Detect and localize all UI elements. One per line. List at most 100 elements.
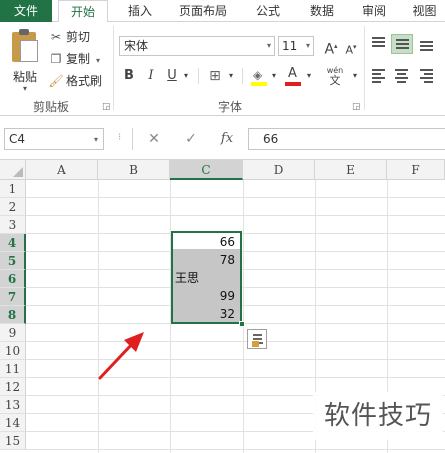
bottom-align-button[interactable] xyxy=(416,34,438,54)
gridline xyxy=(26,341,445,342)
insert-function-icon[interactable]: fx xyxy=(216,128,238,150)
group-divider xyxy=(113,26,114,110)
brush-icon: 🖌 xyxy=(48,74,64,88)
column-header-f[interactable]: F xyxy=(387,160,445,180)
row-header-5[interactable]: 5 xyxy=(0,252,26,270)
font-group-label: 字体 xyxy=(217,100,242,114)
formula-bar: C4 ▾ ⁝ ✕ ✓ fx 66 xyxy=(0,116,445,160)
row-header-12[interactable]: 12 xyxy=(0,378,26,396)
dialog-launcher-icon[interactable]: ◲ xyxy=(352,102,361,112)
underline-button[interactable]: U xyxy=(164,66,180,86)
tab-page-layout[interactable]: 页面布局 xyxy=(170,0,236,22)
tab-insert[interactable]: 插入 xyxy=(118,0,162,22)
chevron-down-icon[interactable]: ▾ xyxy=(350,66,360,86)
more-options-icon[interactable]: ⁝ xyxy=(118,132,121,143)
cancel-icon[interactable]: ✕ xyxy=(143,128,165,150)
row-header-2[interactable]: 2 xyxy=(0,198,26,216)
scissors-icon: ✂ xyxy=(50,30,62,44)
tab-home[interactable]: 开始 xyxy=(58,0,108,23)
column-header-b[interactable]: B xyxy=(98,160,170,180)
paste-label: 粘贴 xyxy=(12,70,37,84)
name-box-value: C4 xyxy=(9,132,26,146)
copy-icon: ❐ xyxy=(50,52,62,66)
italic-button[interactable]: I xyxy=(142,66,160,86)
chevron-down-icon[interactable]: ▾ xyxy=(8,84,42,93)
cut-label: 剪切 xyxy=(66,30,91,44)
shrink-font-button[interactable]: A▾ xyxy=(342,37,360,57)
top-align-button[interactable] xyxy=(368,34,390,54)
watermark: 软件技巧 xyxy=(313,392,443,440)
tab-review[interactable]: 审阅 xyxy=(354,0,394,22)
tab-data[interactable]: 数据 xyxy=(300,0,344,22)
row-header-3[interactable]: 3 xyxy=(0,216,26,234)
worksheet-grid[interactable]: A B C D E F 1 2 3 4 5 6 7 8 9 10 11 12 1… xyxy=(0,160,445,453)
borders-icon[interactable]: ⊞ xyxy=(205,66,225,86)
bold-button[interactable]: B xyxy=(120,66,138,86)
cell-c5[interactable]: 78 xyxy=(172,251,238,269)
cell-c6[interactable]: 王思 xyxy=(175,269,241,287)
enter-icon[interactable]: ✓ xyxy=(180,128,202,150)
chevron-down-icon[interactable]: ▾ xyxy=(304,66,314,86)
copy-label: 复制 xyxy=(66,52,91,66)
column-header-d[interactable]: D xyxy=(243,160,315,180)
chevron-down-icon[interactable]: ▾ xyxy=(226,66,236,86)
tab-formulas[interactable]: 公式 xyxy=(248,0,288,22)
chevron-down-icon[interactable]: ▾ xyxy=(269,66,279,86)
fill-handle[interactable] xyxy=(239,321,245,327)
quick-analysis-button[interactable] xyxy=(247,329,267,349)
gridline xyxy=(26,449,445,450)
copy-button[interactable]: ❐ 复制 ▾ xyxy=(48,50,100,68)
font-name-select[interactable]: 宋体 ▾ xyxy=(119,36,275,56)
column-header-a[interactable]: A xyxy=(26,160,98,180)
middle-align-button[interactable] xyxy=(391,34,413,54)
font-color-button[interactable]: A xyxy=(284,66,302,86)
row-header-8[interactable]: 8 xyxy=(0,306,26,324)
font-size-select[interactable]: 11 ▾ xyxy=(278,36,314,56)
divider xyxy=(132,128,133,150)
font-color-icon: A xyxy=(288,66,297,81)
row-header-7[interactable]: 7 xyxy=(0,288,26,306)
row-header-11[interactable]: 11 xyxy=(0,360,26,378)
row-header-13[interactable]: 13 xyxy=(0,396,26,414)
fill-color-swatch xyxy=(251,82,267,86)
row-header-4[interactable]: 4 xyxy=(0,234,26,252)
tab-file[interactable]: 文件 xyxy=(0,0,52,22)
select-all-button[interactable] xyxy=(0,160,26,180)
align-right-button[interactable] xyxy=(416,66,438,86)
shrink-font-icon: A xyxy=(345,43,353,57)
cell-c7[interactable]: 99 xyxy=(172,287,238,305)
gridline xyxy=(26,359,445,360)
paint-bucket-icon: ◈ xyxy=(253,68,263,82)
align-left-button[interactable] xyxy=(368,66,390,86)
paste-button[interactable]: 粘贴 ▾ xyxy=(8,28,42,96)
column-header-c[interactable]: C xyxy=(170,160,243,180)
row-header-14[interactable]: 14 xyxy=(0,414,26,432)
divider xyxy=(198,68,199,84)
phonetic-icon: 文 xyxy=(329,74,341,87)
chevron-down-icon[interactable]: ▾ xyxy=(96,56,100,65)
ribbon-tabs: 文件 开始 插入 页面布局 公式 数据 审阅 视图 xyxy=(0,0,445,23)
column-header-e[interactable]: E xyxy=(315,160,387,180)
cut-button[interactable]: ✂ 剪切 xyxy=(48,28,90,46)
grow-font-button[interactable]: A▴ xyxy=(322,36,340,58)
dialog-launcher-icon[interactable]: ◲ xyxy=(102,102,111,112)
grow-font-icon: A xyxy=(324,41,335,58)
chevron-down-icon[interactable]: ▾ xyxy=(181,66,191,86)
row-header-15[interactable]: 15 xyxy=(0,432,26,450)
formula-input[interactable]: 66 xyxy=(248,128,445,150)
cell-c4[interactable]: 66 xyxy=(172,233,238,251)
row-header-1[interactable]: 1 xyxy=(0,180,26,198)
red-arrow-annotation xyxy=(98,332,144,380)
phonetic-button[interactable]: wén 文 xyxy=(320,66,350,86)
cell-c8[interactable]: 32 xyxy=(172,305,238,323)
format-painter-button[interactable]: 🖌 格式刷 xyxy=(48,72,102,90)
quick-analysis-icon xyxy=(252,341,259,347)
gridline xyxy=(26,377,445,378)
row-header-6[interactable]: 6 xyxy=(0,270,26,288)
name-box[interactable]: C4 ▾ xyxy=(4,128,104,150)
fill-color-button[interactable]: ◈ xyxy=(250,68,268,86)
align-center-button[interactable] xyxy=(391,66,413,86)
row-header-9[interactable]: 9 xyxy=(0,324,26,342)
tab-view[interactable]: 视图 xyxy=(404,0,445,22)
row-header-10[interactable]: 10 xyxy=(0,342,26,360)
